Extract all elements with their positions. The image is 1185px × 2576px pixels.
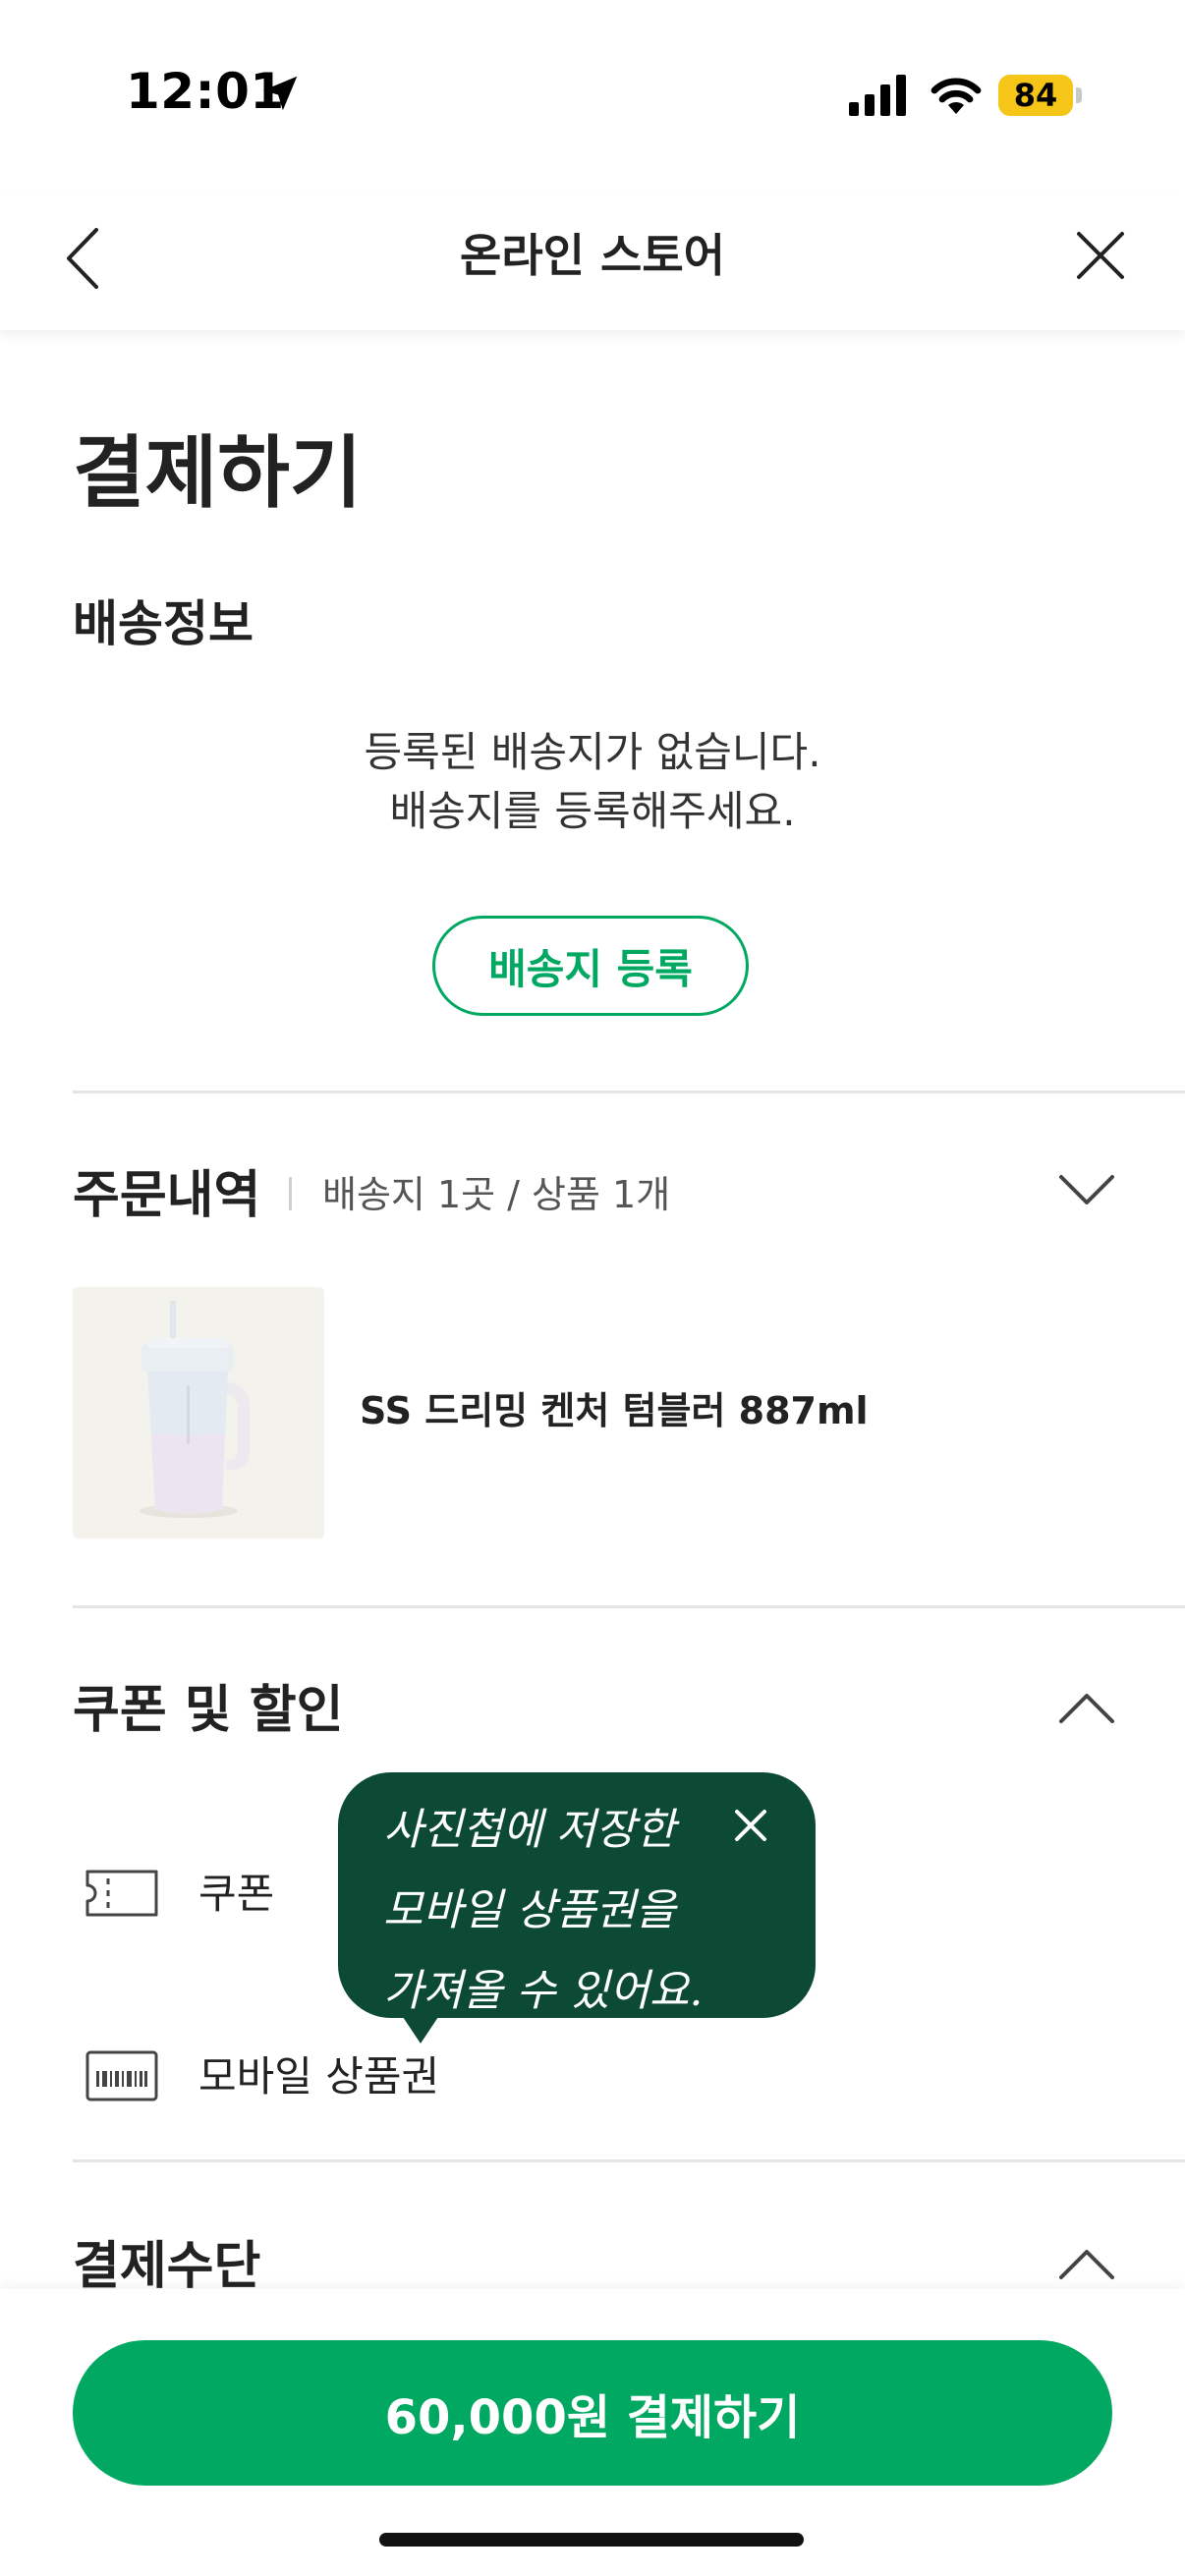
- orders-section-title: 주문내역: [73, 1166, 261, 1225]
- shipping-section-title: 배송정보: [73, 595, 254, 652]
- chevron-up-icon[interactable]: [1057, 1686, 1116, 1729]
- header-title: 온라인 스토어: [460, 229, 725, 282]
- page-title: 결제하기: [73, 427, 363, 519]
- chevron-down-icon[interactable]: [1057, 1169, 1116, 1212]
- title-separator: [289, 1177, 292, 1210]
- shipping-empty-message: 등록된 배송지가 없습니다. 배송지를 등록해주세요.: [0, 723, 1185, 841]
- pay-button[interactable]: 60,000원 결제하기: [73, 2340, 1112, 2486]
- cellular-signal-icon: [849, 75, 906, 116]
- coupon-row[interactable]: 쿠폰: [198, 1865, 274, 1924]
- orders-summary: 배송지 1곳 / 상품 1개: [322, 1173, 671, 1216]
- discount-section-title: 쿠폰 및 할인: [73, 1681, 344, 1740]
- home-indicator[interactable]: [379, 2533, 804, 2547]
- tooltip-message: 사진첩에 저장한 모바일 상품권을 가져올 수 있어요.: [383, 1790, 737, 2032]
- shipping-empty-line-1: 등록된 배송지가 없습니다.: [364, 728, 821, 776]
- shipping-empty-line-2: 배송지를 등록해주세요.: [389, 787, 796, 835]
- barcode-giftcard-icon: [85, 2050, 158, 2101]
- close-icon[interactable]: [1073, 228, 1128, 283]
- section-divider: [73, 1091, 1185, 1093]
- section-divider: [73, 2159, 1185, 2162]
- product-image: [73, 1287, 324, 1539]
- tooltip-close-icon[interactable]: [731, 1806, 770, 1845]
- wifi-icon: [931, 78, 982, 114]
- order-item-name: SS 드리밍 켄처 텀블러 887ml: [360, 1389, 869, 1432]
- tooltip-line-2: 모바일 상품권을: [383, 1885, 676, 1935]
- location-arrow-icon: [262, 76, 298, 111]
- register-address-button[interactable]: 배송지 등록: [432, 916, 749, 1016]
- section-divider: [73, 1605, 1185, 1608]
- tumbler-image-icon: [73, 1287, 324, 1539]
- tooltip-line-1: 사진첩에 저장한: [383, 1805, 676, 1855]
- mobile-giftcard-row[interactable]: 모바일 상품권: [198, 2047, 439, 2106]
- tooltip-line-3: 가져올 수 있어요.: [383, 1966, 704, 2016]
- chevron-up-icon[interactable]: [1057, 2242, 1116, 2285]
- battery-level: 84: [1013, 77, 1058, 114]
- coupon-ticket-icon: [85, 1870, 158, 1917]
- battery-indicator: 84: [998, 75, 1082, 116]
